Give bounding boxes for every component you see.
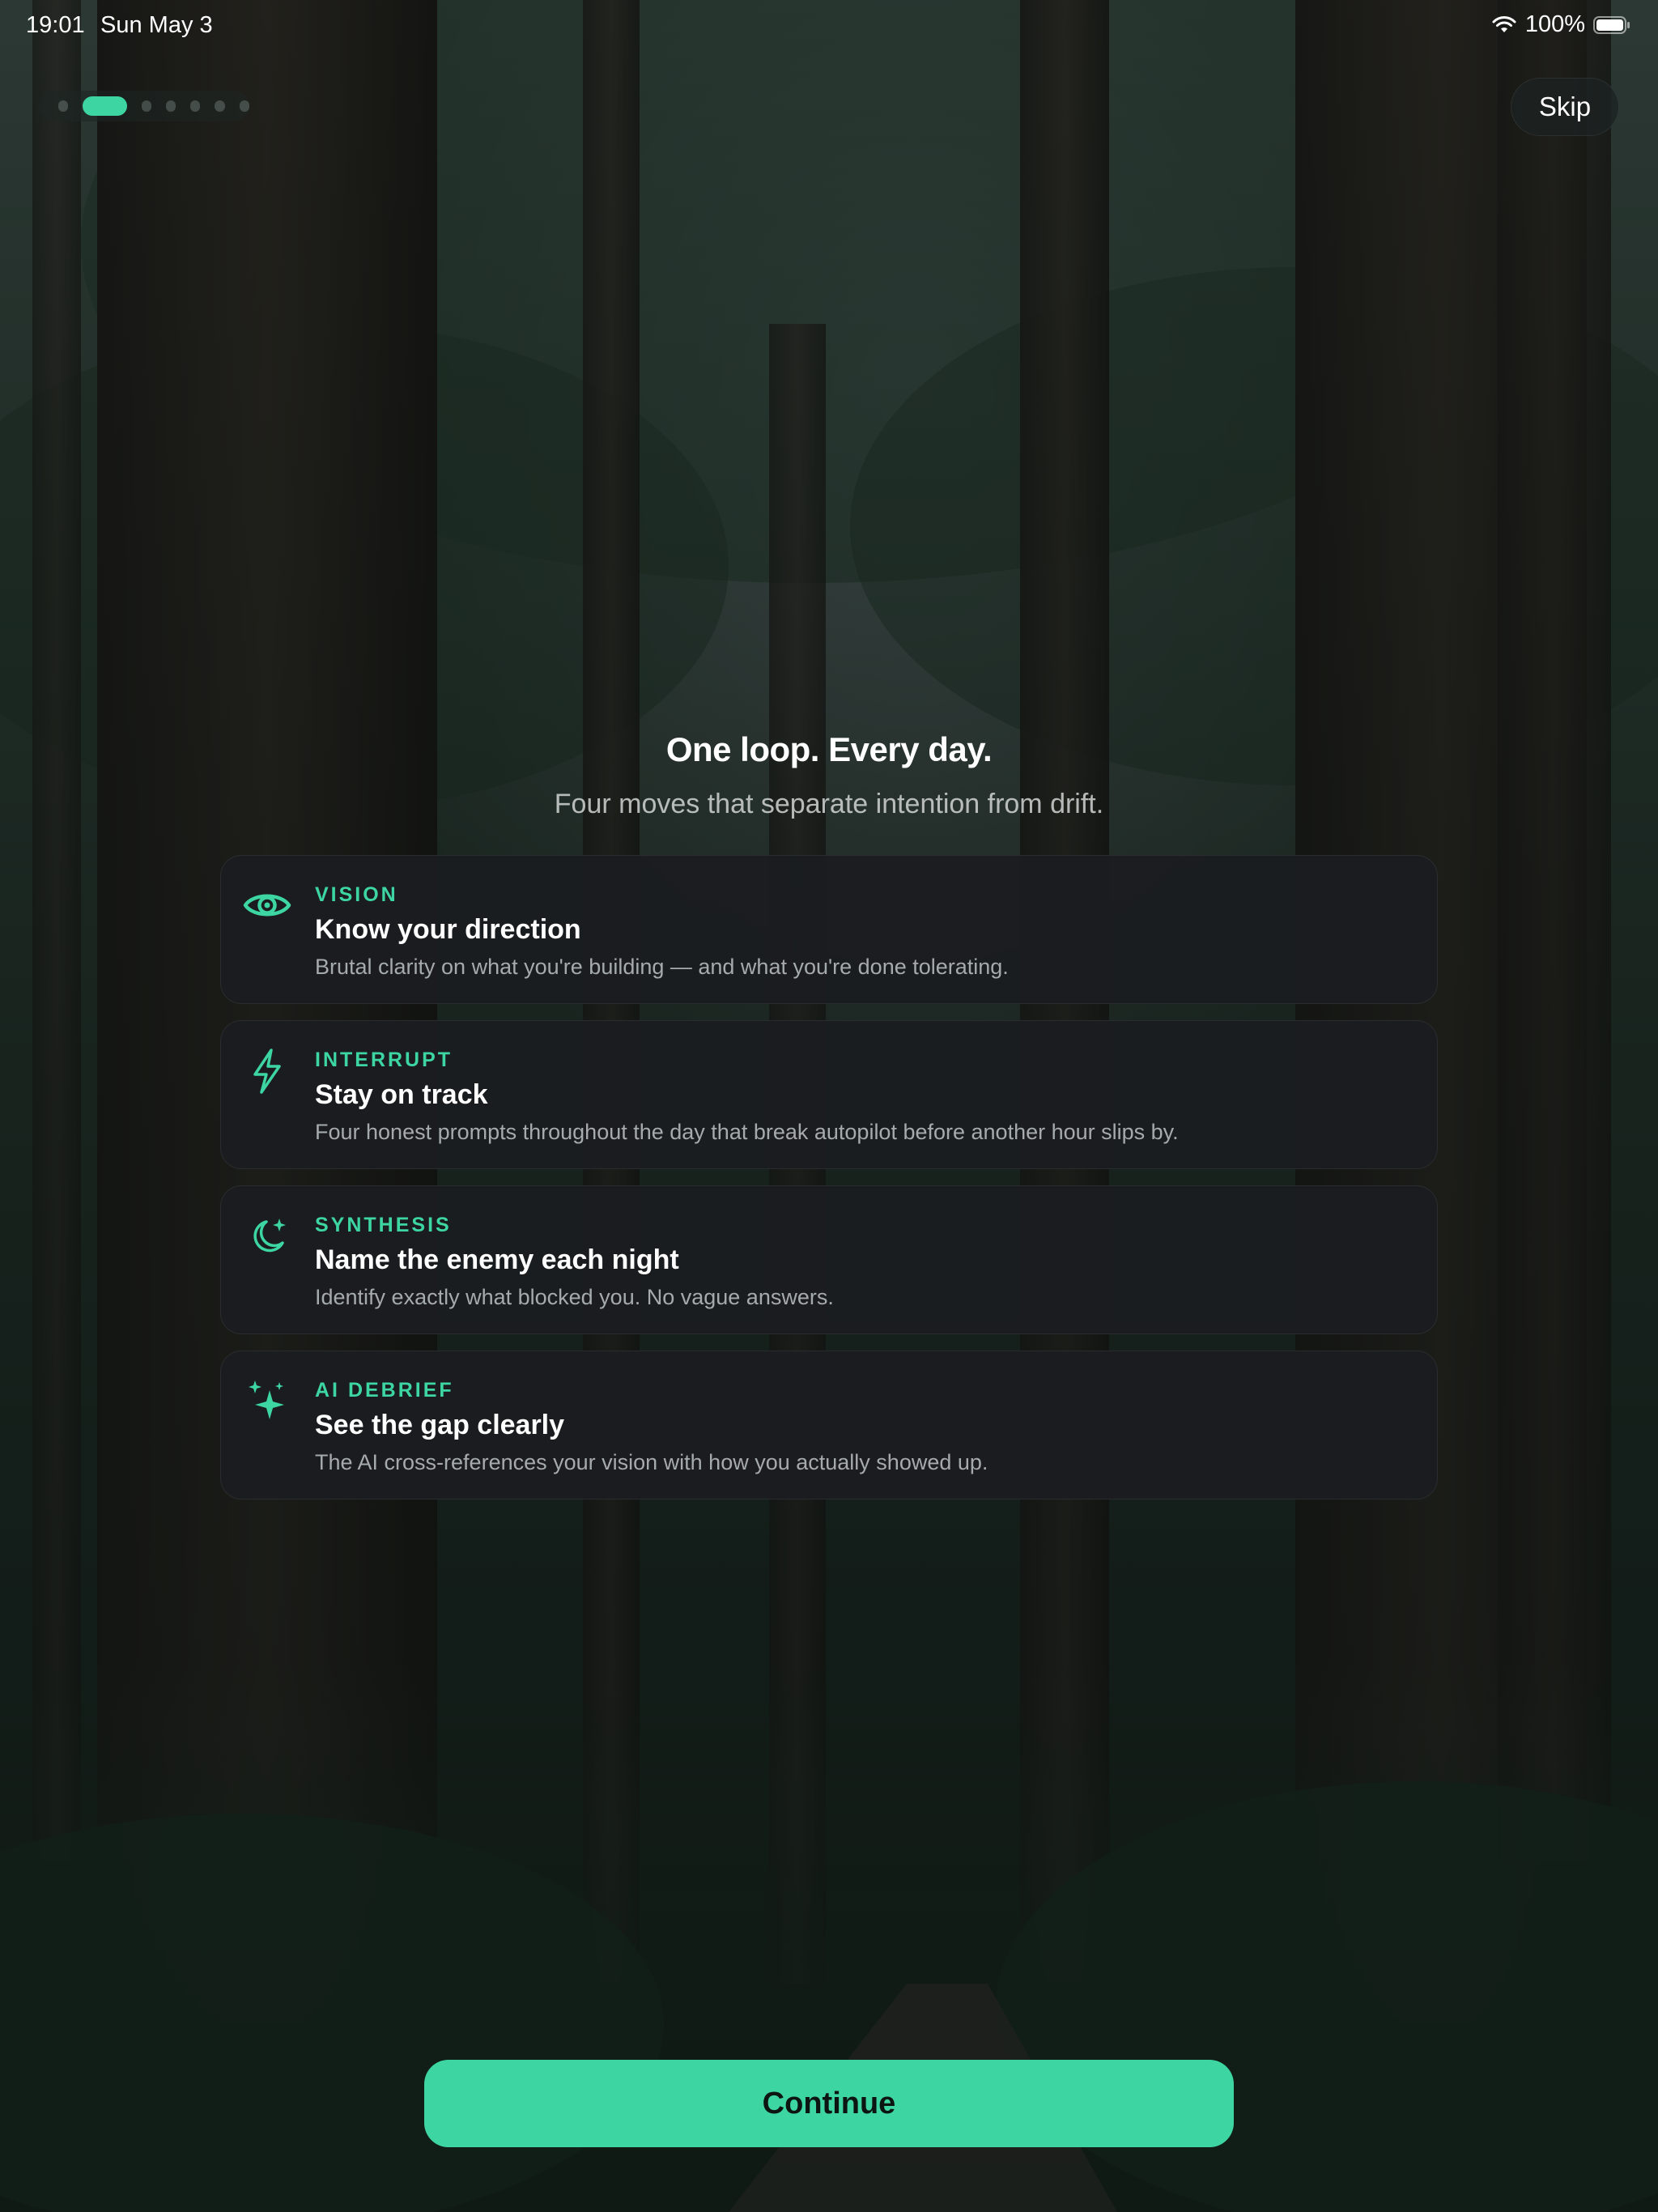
- status-date: Sun May 3: [100, 12, 213, 38]
- progress-dot: [215, 100, 225, 112]
- card-title: See the gap clearly: [315, 1410, 565, 1440]
- feature-card-list: VISION Know your direction Brutal clarit…: [220, 855, 1438, 1516]
- progress-dot: [141, 100, 151, 112]
- eye-icon: [242, 880, 292, 930]
- card-title: Know your direction: [315, 914, 581, 945]
- feature-card-ai-debrief: AI DEBRIEF See the gap clearly The AI cr…: [220, 1351, 1438, 1499]
- wifi-icon: [1492, 15, 1516, 32]
- card-eyebrow: INTERRUPT: [315, 1049, 453, 1071]
- page-title: One loop. Every day.: [665, 730, 993, 768]
- status-indicators: 100%: [1491, 11, 1630, 38]
- feature-card-vision: VISION Know your direction Brutal clarit…: [220, 855, 1438, 1004]
- progress-dot: [165, 100, 176, 112]
- card-title: Name the enemy each night: [315, 1244, 679, 1275]
- skip-button[interactable]: Skip: [1511, 78, 1619, 136]
- continue-button[interactable]: Continue: [424, 2060, 1234, 2147]
- moon-sparkle-icon: [242, 1210, 292, 1261]
- card-description: Brutal clarity on what you're building —…: [315, 955, 1009, 979]
- status-time: 19:01: [26, 12, 85, 38]
- battery-percentage: 100%: [1524, 11, 1585, 37]
- status-bar: 19:01 Sun May 3 100%: [0, 0, 1658, 52]
- card-eyebrow: AI DEBRIEF: [315, 1379, 454, 1402]
- progress-dot: [239, 100, 250, 112]
- card-title: Stay on track: [315, 1079, 488, 1110]
- progress-dot-active: [83, 96, 127, 116]
- card-eyebrow: VISION: [315, 883, 398, 906]
- card-description: The AI cross-references your vision with…: [315, 1450, 988, 1474]
- progress-dot: [58, 100, 69, 112]
- feature-card-synthesis: SYNTHESIS Name the enemy each night Iden…: [220, 1185, 1438, 1334]
- onboarding-progress-indicator: [39, 91, 250, 121]
- page-subtitle: Four moves that separate intention from …: [554, 789, 1104, 819]
- card-eyebrow: SYNTHESIS: [315, 1214, 452, 1236]
- sparkles-icon: [242, 1376, 292, 1426]
- battery-icon: [1593, 15, 1630, 34]
- feature-card-interrupt: INTERRUPT Stay on track Four honest prom…: [220, 1020, 1438, 1169]
- lightning-bolt-icon: [242, 1045, 292, 1095]
- card-description: Four honest prompts throughout the day t…: [315, 1120, 1179, 1144]
- progress-dot: [190, 100, 201, 112]
- card-description: Identify exactly what blocked you. No va…: [315, 1285, 834, 1309]
- onboarding-screen: 19:01 Sun May 3 100% Skip One loop. Ever…: [0, 0, 1658, 2212]
